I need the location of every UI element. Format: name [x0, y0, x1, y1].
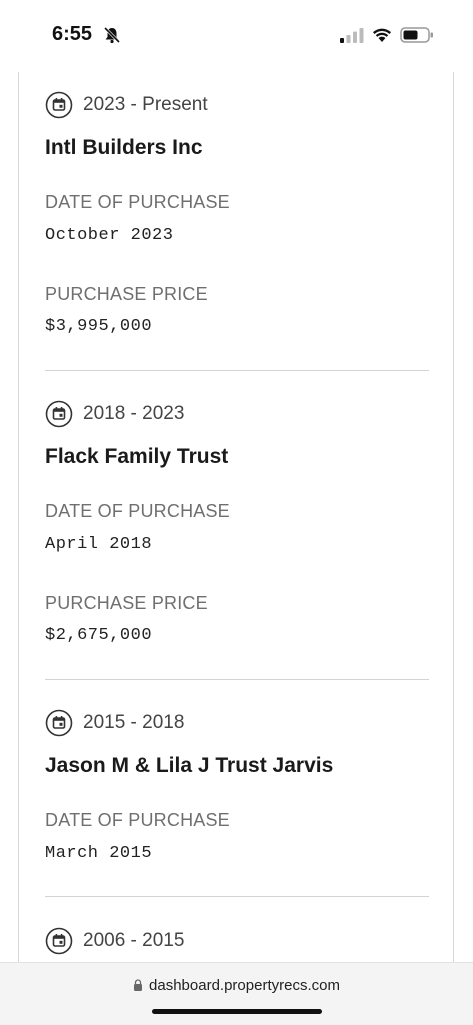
calendar-icon	[45, 927, 73, 955]
purchase-price-value: $2,675,000	[45, 626, 153, 645]
date-of-purchase-label: DATE OF PURCHASE	[45, 810, 230, 830]
owner-name: Jason M & Lila J Trust Jarvis	[45, 754, 334, 777]
ownership-period: 2018 - 2023	[45, 399, 184, 429]
status-time: 6:55	[52, 23, 93, 45]
browser-address-bar[interactable]: dashboard.propertyrecs.com	[0, 962, 473, 1025]
purchase-price-label: PURCHASE PRICE	[45, 284, 208, 304]
status-bar: 6:55	[0, 0, 473, 72]
divider	[45, 370, 429, 371]
period-text: 2015 - 2018	[83, 712, 185, 733]
date-of-purchase-value: October 2023	[45, 226, 174, 245]
date-of-purchase-label: DATE OF PURCHASE	[45, 501, 230, 521]
bell-slash-icon	[103, 26, 121, 44]
wifi-icon	[373, 28, 391, 42]
ownership-period: 2023 - Present	[45, 90, 208, 120]
period-text: 2018 - 2023	[83, 403, 185, 424]
date-of-purchase-label: DATE OF PURCHASE	[45, 192, 230, 212]
ownership-period: 2015 - 2018	[45, 708, 184, 738]
period-text: 2006 - 2015	[83, 930, 185, 951]
owner-name: Flack Family Trust	[45, 445, 229, 468]
battery-icon	[400, 27, 433, 43]
calendar-icon	[45, 400, 73, 428]
period-text: 2023 - Present	[83, 94, 208, 115]
calendar-icon	[45, 709, 73, 737]
date-of-purchase-value: March 2015	[45, 844, 153, 863]
sale-history-card: 2023 - Present Intl Builders Inc DATE OF…	[18, 72, 454, 962]
purchase-price-label: PURCHASE PRICE	[45, 593, 208, 613]
divider	[45, 679, 429, 680]
calendar-icon	[45, 91, 73, 119]
url-text: dashboard.propertyrecs.com	[149, 977, 340, 994]
url-display[interactable]: dashboard.propertyrecs.com	[0, 977, 473, 994]
lock-icon	[134, 979, 143, 991]
home-indicator[interactable]	[152, 1009, 322, 1014]
date-of-purchase-value: April 2018	[45, 535, 153, 554]
ownership-period: 2006 - 2015	[45, 926, 184, 956]
owner-name: Intl Builders Inc	[45, 136, 203, 159]
cellular-signal-icon	[340, 28, 364, 43]
purchase-price-value: $3,995,000	[45, 317, 153, 336]
divider	[45, 896, 429, 897]
